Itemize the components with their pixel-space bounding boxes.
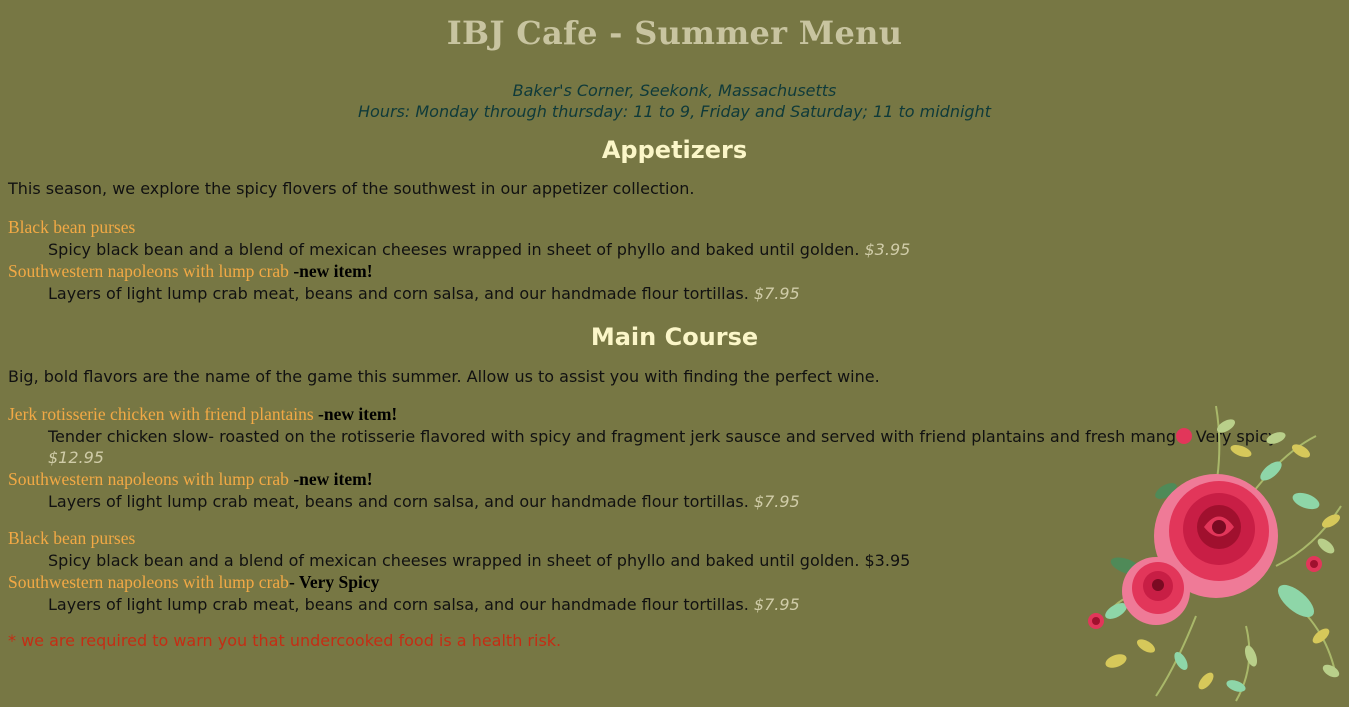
appetizers-list: Black bean purses Spicy black bean and a…	[8, 216, 1341, 304]
menu-item-description: Layers of light lump crab meat, beans an…	[48, 284, 800, 303]
appetizers-intro: This season, we explore the spicy flover…	[8, 179, 695, 198]
menu-item-name: Black bean purses	[8, 217, 136, 237]
new-item-tag: -new item!	[288, 469, 373, 489]
menu-item-name: Southwestern napoleons with lump crab -n…	[8, 261, 373, 281]
very-spicy-tag: - Very Spicy	[288, 572, 380, 592]
menu-item-price: $7.95	[753, 284, 800, 303]
main-course-heading: Main Course	[590, 323, 759, 351]
menu-item-price: $3.95	[864, 551, 911, 570]
menu-item-price: $3.95	[864, 240, 911, 259]
menu-item-price: $7.95	[753, 492, 800, 511]
new-item-tag: -new item!	[288, 261, 373, 281]
rose-bouquet-illustration	[1088, 405, 1342, 702]
new-item-tag: -new item!	[313, 404, 398, 424]
location-text: Baker's Corner, Seekonk, Massachusetts	[512, 81, 837, 100]
main-course-intro: Big, bold flavors are the name of the ga…	[8, 367, 880, 386]
page-title: IBJ Cafe - Summer Menu	[446, 14, 903, 52]
menu-item-price: $12.95	[48, 448, 104, 467]
appetizers-heading: Appetizers	[601, 136, 748, 164]
cafe-info: Baker's Corner, Seekonk, Massachusetts H…	[8, 80, 1341, 122]
menu-item-price: $7.95	[753, 595, 800, 614]
menu-item-description: Spicy black bean and a blend of mexican …	[48, 240, 911, 259]
hours-text: Hours: Monday through thursday: 11 to 9,…	[358, 102, 991, 121]
